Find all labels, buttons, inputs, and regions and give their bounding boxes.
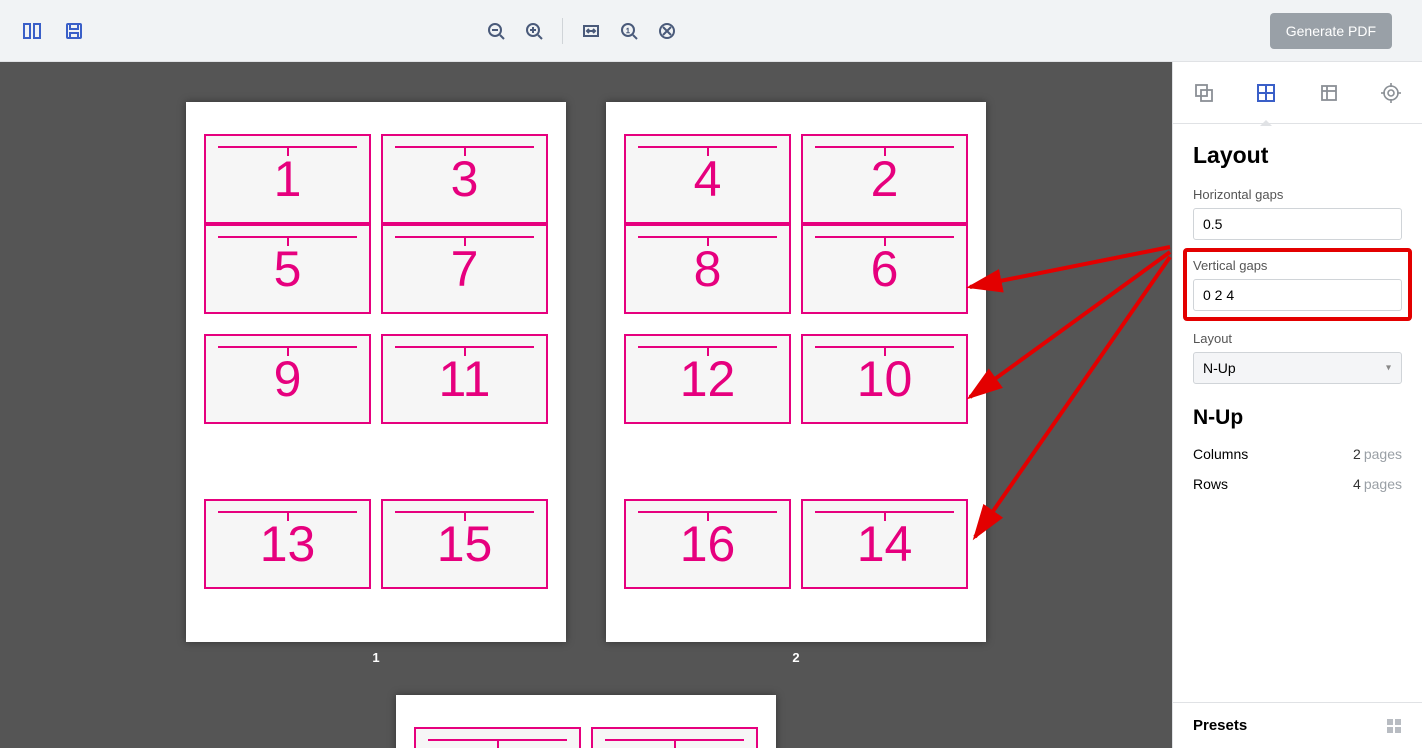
fit-width-icon[interactable]: [577, 17, 605, 45]
imposition-cell: 9: [204, 334, 371, 424]
side-panel: Layout Horizontal gaps Vertical gaps Lay…: [1172, 62, 1422, 748]
imposition-row: 57: [204, 224, 548, 314]
cell-number: 2: [871, 150, 899, 208]
rows-value: 4: [1353, 476, 1361, 492]
sheet: 171920183: [396, 695, 776, 748]
imposition-row: 13: [204, 134, 548, 224]
split-columns-icon[interactable]: [18, 17, 46, 45]
rows-unit: pages: [1364, 476, 1402, 492]
imposition-cell: 19: [591, 727, 758, 748]
annotation-arrows: [0, 62, 1172, 748]
cell-number: 16: [680, 515, 736, 573]
hgap-input[interactable]: [1193, 208, 1402, 240]
columns-row: Columns 2pages: [1193, 446, 1402, 462]
columns-unit: pages: [1364, 446, 1402, 462]
imposition-cell: 17: [414, 727, 581, 748]
imposition-row: 86: [624, 224, 968, 314]
imposition-cell: 6: [801, 224, 968, 314]
columns-label: Columns: [1193, 446, 1248, 462]
layout-heading: Layout: [1193, 142, 1402, 169]
imposition-cell: 16: [624, 499, 791, 589]
zoom-actual-icon[interactable]: 1: [615, 17, 643, 45]
imposition-cell: 4: [624, 134, 791, 224]
cell-number: 19: [647, 743, 703, 748]
imposition-cell: 15: [381, 499, 548, 589]
imposition-cell: 8: [624, 224, 791, 314]
imposition-cell: 2: [801, 134, 968, 224]
vgap-input[interactable]: [1193, 279, 1402, 311]
save-icon[interactable]: [60, 17, 88, 45]
imposition-cell: 1: [204, 134, 371, 224]
layout-select[interactable]: N-Up ▾: [1193, 352, 1402, 384]
imposition-cell: 10: [801, 334, 968, 424]
cell-number: 10: [857, 350, 913, 408]
svg-text:1: 1: [626, 28, 630, 35]
imposition-cell: 5: [204, 224, 371, 314]
imposition-cell: 11: [381, 334, 548, 424]
imposition-row: 12 10: [624, 334, 968, 424]
cell-number: 7: [451, 240, 479, 298]
imposition-row: 1719: [414, 727, 758, 748]
rows-label: Rows: [1193, 476, 1228, 492]
cell-number: 6: [871, 240, 899, 298]
cell-number: 15: [437, 515, 493, 573]
imposition-row: 13 15: [204, 499, 548, 589]
sheet: 135791113151: [186, 102, 566, 665]
layout-select-value: N-Up: [1203, 360, 1236, 376]
imposition-cell: 3: [381, 134, 548, 224]
zoom-out-icon[interactable]: [482, 17, 510, 45]
cell-number: 12: [680, 350, 736, 408]
presets-grid-icon: [1386, 718, 1402, 734]
vgap-label: Vertical gaps: [1193, 258, 1402, 273]
imposition-cell: 12: [624, 334, 791, 424]
cell-number: 3: [451, 150, 479, 208]
page-number: 1: [372, 650, 379, 665]
separator: [562, 18, 563, 44]
imposition-row: 1614: [624, 499, 968, 589]
zoom-reset-icon[interactable]: [653, 17, 681, 45]
cell-number: 8: [694, 240, 722, 298]
cell-number: 13: [260, 515, 316, 573]
zoom-in-icon[interactable]: [520, 17, 548, 45]
nup-heading: N-Up: [1193, 406, 1402, 430]
cell-number: 11: [439, 350, 491, 408]
tab-sheet-icon[interactable]: [1311, 75, 1347, 111]
cell-number: 4: [694, 150, 722, 208]
presets-label: Presets: [1193, 717, 1247, 734]
imposition-cell: 13: [204, 499, 371, 589]
tab-pages-icon[interactable]: [1186, 75, 1222, 111]
imposition-cell: 7: [381, 224, 548, 314]
tab-marks-icon[interactable]: [1373, 75, 1409, 111]
chevron-down-icon: ▾: [1386, 363, 1391, 374]
preview-canvas[interactable]: 1357911131514286121016142171920183: [0, 62, 1172, 748]
imposition-cell: 14: [801, 499, 968, 589]
cell-number: 5: [274, 240, 302, 298]
columns-value: 2: [1353, 446, 1361, 462]
vgap-highlight-box: Vertical gaps: [1183, 248, 1412, 321]
side-panel-tabs: [1173, 62, 1422, 124]
cell-number: 1: [274, 150, 302, 208]
cell-number: 17: [470, 743, 526, 748]
page-number: 2: [792, 650, 799, 665]
cell-number: 14: [857, 515, 913, 573]
presets-footer[interactable]: Presets: [1173, 702, 1422, 748]
sheet: 4286121016142: [606, 102, 986, 665]
toolbar: 1 Generate PDF: [0, 0, 1422, 62]
rows-row: Rows 4pages: [1193, 476, 1402, 492]
imposition-row: 9 11: [204, 334, 548, 424]
cell-number: 9: [274, 350, 302, 408]
imposition-row: 42: [624, 134, 968, 224]
generate-pdf-button[interactable]: Generate PDF: [1270, 13, 1392, 49]
layout-select-label: Layout: [1193, 331, 1402, 346]
hgap-label: Horizontal gaps: [1193, 187, 1402, 202]
tab-layout-icon[interactable]: [1248, 75, 1284, 111]
